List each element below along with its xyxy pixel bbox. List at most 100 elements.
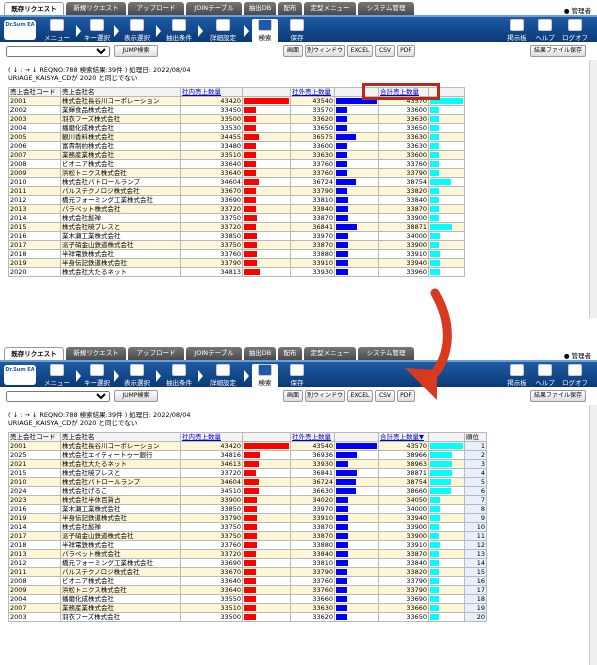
table-row[interactable]: 2012 橋元フォーミング工業株式会社 33690 33810 33840 14 <box>8 558 487 568</box>
table-row[interactable]: 2018 半祥電鉄株式会社 33760 33880 33910 12 <box>8 540 487 550</box>
vertical-scrollbar[interactable] <box>589 60 597 318</box>
new-window-button[interactable]: 別ウィンドウ <box>305 45 345 57</box>
csv-button[interactable]: CSV <box>375 45 395 57</box>
table-row[interactable]: 2020 株式会社大たるネット 34813 33930 33960 <box>8 267 465 277</box>
tab-existing-request[interactable]: 既存リクエスト <box>4 2 64 15</box>
pdf-button[interactable]: PDF <box>397 45 415 57</box>
save-button[interactable]: 保存 <box>284 364 310 388</box>
tab-new-request[interactable]: 新規リクエスト <box>66 2 126 15</box>
table-row[interactable]: 2010 株式会社パトロールランプ 34604 36724 38754 <box>8 177 465 187</box>
col-company-code[interactable]: 売上会社コード <box>8 432 61 442</box>
col-rank[interactable]: 順位 <box>464 432 487 442</box>
jump-search-button[interactable]: JUMP検索 <box>114 45 158 57</box>
table-row[interactable]: 2009 浜松トニクス株式会社 33640 33760 33790 <box>8 168 465 178</box>
save-result-file-button[interactable]: 結果ファイル保存 <box>530 45 586 57</box>
table-row[interactable]: 2004 播磨化成株式会社 33530 33650 33650 <box>8 123 465 133</box>
table-row[interactable]: 2007 業務産業株式会社 33510 33630 33660 19 <box>8 603 487 613</box>
board-button[interactable]: 掲示板 <box>504 364 530 388</box>
detail-settings-button[interactable]: 詳細設定 <box>204 19 242 43</box>
detail-settings-button[interactable]: 詳細設定 <box>204 364 242 388</box>
table-row[interactable]: 2024 株式会社げるこ 34510 36630 38660 6 <box>8 486 487 496</box>
table-row[interactable]: 2014 株式会社髭禅 33750 33870 33900 10 <box>8 522 487 532</box>
table-row[interactable]: 2008 ビオニア株式会社 33640 33760 33760 <box>8 159 465 169</box>
col-internal-qty[interactable]: 社内売上数量 <box>180 87 243 97</box>
col-external-qty[interactable]: 社外売上数量 <box>290 87 335 97</box>
screen-button[interactable]: 画面 <box>283 45 303 57</box>
vertical-scrollbar[interactable] <box>589 405 597 665</box>
tab-extract-db[interactable]: 抽出DB <box>244 2 276 15</box>
table-row[interactable]: 2009 浜松トニクス株式会社 33640 33760 33790 17 <box>8 585 487 595</box>
save-result-file-button[interactable]: 結果ファイル保存 <box>530 390 586 402</box>
table-row[interactable]: 2001 株式会社長谷川コーポレーション 43420 43540 43570 1 <box>8 441 487 451</box>
logoff-button[interactable]: ログオフ <box>560 19 590 43</box>
col-company-name[interactable]: 売上会社名 <box>60 87 181 97</box>
search-button[interactable]: 検索 <box>252 19 278 43</box>
tab-fixed-menu[interactable]: 定型メニュー <box>304 2 356 15</box>
table-row[interactable]: 2025 株式会社エイティートゥー銀行 34816 36936 38966 2 <box>8 450 487 460</box>
user-name[interactable]: 管理者 <box>564 350 592 360</box>
table-row[interactable]: 2007 業務産業株式会社 33510 33630 33600 <box>8 150 465 160</box>
table-row[interactable]: 2008 ビオニア株式会社 33640 33760 33790 16 <box>8 576 487 586</box>
jump-search-button[interactable]: JUMP検索 <box>114 390 158 402</box>
col-internal-qty[interactable]: 社内売上数量 <box>180 432 243 442</box>
tab-distribute[interactable]: 配布 <box>278 2 302 15</box>
table-row[interactable]: 2012 橋元フォーミング工業株式会社 33690 33810 33840 <box>8 195 465 205</box>
new-window-button[interactable]: 別ウィンドウ <box>305 390 345 402</box>
menu-button[interactable]: メニュー <box>40 19 74 43</box>
user-name[interactable]: 管理者 <box>564 5 592 15</box>
col-company-name[interactable]: 売上会社名 <box>60 432 181 442</box>
tab-join-table[interactable]: JOINテーブル <box>186 347 242 360</box>
table-row[interactable]: 2005 観川香料株式会社 34455 36575 33630 <box>8 132 465 142</box>
table-row[interactable]: 2010 株式会社パトロールランプ 34604 36724 38754 5 <box>8 477 487 487</box>
table-row[interactable]: 2015 株式会社暁プレスと 33720 36841 38871 4 <box>8 468 487 478</box>
col-company-code[interactable]: 売上会社コード <box>8 87 61 97</box>
display-select-button[interactable]: 表示選択 <box>120 364 154 388</box>
tab-extract-db[interactable]: 抽出DB <box>244 347 276 360</box>
extract-condition-button[interactable]: 抽出条件 <box>162 364 196 388</box>
logoff-button[interactable]: ログオフ <box>560 364 590 388</box>
tab-distribute[interactable]: 配布 <box>278 347 302 360</box>
csv-button[interactable]: CSV <box>375 390 395 402</box>
table-row[interactable]: 2013 パラペット株式会社 33720 33840 33870 <box>8 204 465 214</box>
table-row[interactable]: 2014 株式会社髭禅 33750 33870 33900 <box>8 213 465 223</box>
table-row[interactable]: 2016 業木瀬工業株式会社 33850 33970 34000 <box>8 231 465 241</box>
table-row[interactable]: 2003 羽衣フーズ株式会社 33500 33620 33630 <box>8 114 465 124</box>
tab-new-request[interactable]: 新規リクエスト <box>66 347 126 360</box>
menu-button[interactable]: メニュー <box>40 364 74 388</box>
tab-fixed-menu[interactable]: 定型メニュー <box>304 347 356 360</box>
table-row[interactable]: 2017 派子硝金山鉄道株式会社 33750 33870 33900 <box>8 240 465 250</box>
jump-select[interactable] <box>6 46 110 57</box>
table-row[interactable]: 2019 半身伝記鉄道株式会社 33790 33910 33940 9 <box>8 513 487 523</box>
tab-upload[interactable]: アップロード <box>128 347 184 360</box>
table-row[interactable]: 2017 派子硝金山鉄道株式会社 33750 33870 33900 11 <box>8 531 487 541</box>
jump-select[interactable] <box>6 391 110 402</box>
tab-system-admin[interactable]: システム管理 <box>358 2 414 15</box>
table-row[interactable]: Z002 業輝食品株式会社 33450 33570 33600 <box>8 105 465 115</box>
board-button[interactable]: 掲示板 <box>504 19 530 43</box>
table-row[interactable]: 2011 パルステクノロジ株式会社 33670 33790 33820 <box>8 186 465 196</box>
excel-button[interactable]: EXCEL <box>347 45 373 57</box>
col-total-qty-sorted[interactable]: 合計売上数量▼ <box>378 432 429 442</box>
table-row[interactable]: 2006 富貴制約株式会社 33480 33600 33630 <box>8 141 465 151</box>
table-row[interactable]: 2011 パルステクノロジ株式会社 33670 33790 33820 15 <box>8 567 487 577</box>
help-button[interactable]: ヘルプ <box>532 364 558 388</box>
table-row[interactable]: 2013 パラペット株式会社 33720 33840 33870 13 <box>8 549 487 559</box>
table-row[interactable]: 2004 播磨化成株式会社 33550 33660 33690 18 <box>8 594 487 604</box>
table-row[interactable]: 2016 業木瀬工業株式会社 33850 33970 34000 8 <box>8 504 487 514</box>
key-select-button[interactable]: キー選択 <box>82 364 112 388</box>
search-button[interactable]: 検索 <box>252 364 278 388</box>
help-button[interactable]: ヘルプ <box>532 19 558 43</box>
tab-existing-request[interactable]: 既存リクエスト <box>4 347 64 360</box>
table-row[interactable]: 2019 半身伝記鉄道株式会社 33790 33910 33940 <box>8 258 465 268</box>
col-external-qty[interactable]: 社外売上数量 <box>290 432 335 442</box>
screen-button[interactable]: 画面 <box>283 390 303 402</box>
table-row[interactable]: 2021 株式会社大たるネット 34613 33930 38963 3 <box>8 459 487 469</box>
table-row[interactable]: 2018 半祥電鉄株式会社 33760 33880 33910 <box>8 249 465 259</box>
tab-upload[interactable]: アップロード <box>128 2 184 15</box>
tab-join-table[interactable]: JOINテーブル <box>186 2 242 15</box>
display-select-button[interactable]: 表示選択 <box>120 19 154 43</box>
extract-condition-button[interactable]: 抽出条件 <box>162 19 196 43</box>
table-row[interactable]: 2023 株式会社半休百貨占 33900 34020 34050 7 <box>8 495 487 505</box>
table-row[interactable]: 2003 羽衣フーズ株式会社 33500 33620 33650 20 <box>8 612 487 622</box>
table-row[interactable]: 2015 株式会社暁プレスと 33720 36841 38871 <box>8 222 465 232</box>
